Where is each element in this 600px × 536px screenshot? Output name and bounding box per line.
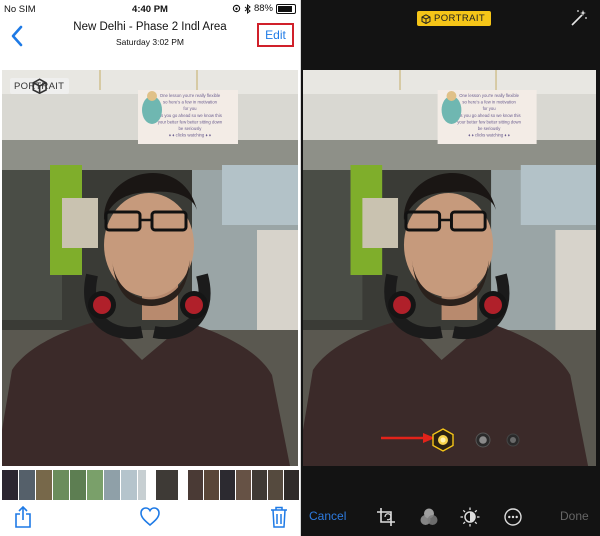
cube-icon <box>421 13 431 24</box>
location-title: New Delhi - Phase 2 Indl Area <box>73 21 227 33</box>
red-arrow-annotation <box>381 433 435 443</box>
portrait-mode-label: PORTRAIT <box>434 13 486 24</box>
filmstrip-thumb[interactable] <box>121 470 137 500</box>
cube-icon <box>32 78 47 94</box>
adjust-light-icon[interactable] <box>460 507 480 527</box>
filmstrip-thumb[interactable] <box>36 470 52 500</box>
more-options-icon[interactable] <box>503 507 523 527</box>
orientation-lock-icon <box>232 4 241 13</box>
cancel-button[interactable]: Cancel <box>309 509 346 523</box>
filters-icon[interactable] <box>419 507 439 527</box>
poster-text-line: for you <box>483 106 497 111</box>
lighting-options <box>432 428 520 452</box>
filmstrip-gap <box>147 470 155 500</box>
poster-text-line: for you <box>183 106 197 111</box>
filmstrip-thumb[interactable] <box>19 470 35 500</box>
heart-icon[interactable] <box>140 506 160 528</box>
status-bar: No SIM 4:40 PM 88% <box>0 0 300 18</box>
filmstrip-thumb[interactable] <box>252 470 267 500</box>
filmstrip-thumb[interactable] <box>268 470 283 500</box>
filmstrip-gap <box>179 470 187 500</box>
poster-text-line: One lesson you're really flexible <box>160 93 221 98</box>
poster-text-line: As you go ahead so we know this <box>158 113 222 118</box>
natural-light-icon <box>432 428 454 452</box>
back-chevron-icon[interactable] <box>6 23 28 49</box>
portrait-mode-toggle[interactable]: PORTRAIT <box>417 11 492 26</box>
crop-rotate-icon[interactable] <box>376 507 396 527</box>
filmstrip-thumb[interactable] <box>188 470 203 500</box>
poster-text-line: so here's a few in motivation <box>462 100 516 105</box>
poster-text-line: As you go ahead so we know this <box>458 113 521 118</box>
filmstrip-thumb[interactable] <box>70 470 86 500</box>
photo-view-pane: No SIM 4:40 PM 88% New Delhi - Phase 2 I… <box>0 0 300 536</box>
poster-text-line: be seriously <box>179 126 203 131</box>
status-indicators: 88% <box>232 3 296 14</box>
filmstrip[interactable] <box>2 470 299 500</box>
filmstrip-thumb[interactable] <box>53 470 69 500</box>
filmstrip-thumb[interactable] <box>104 470 120 500</box>
poster-text-line: your better few better sitting down <box>457 119 521 124</box>
poster-text-line: One lesson you're really flexible <box>459 93 519 98</box>
share-icon[interactable] <box>14 506 32 528</box>
poster-text-line: your better few better sitting down <box>158 119 223 124</box>
filmstrip-thumb[interactable] <box>138 470 146 500</box>
studio-light-icon <box>475 432 491 448</box>
magic-wand-icon[interactable] <box>569 8 589 28</box>
edit-button[interactable]: Edit <box>257 23 294 47</box>
filmstrip-thumb-current[interactable] <box>156 470 178 500</box>
done-button[interactable]: Done <box>560 509 589 523</box>
filmstrip-thumb[interactable] <box>2 470 18 500</box>
portrait-lighting-selector[interactable] <box>431 428 531 452</box>
photo-image: One lesson you're really flexible so here… <box>2 70 298 466</box>
battery-percent: 88% <box>253 3 273 14</box>
poster-text-line: so here's a few in motivation <box>163 100 218 105</box>
poster-text-line: ♦ ♦ clicks watching ♦ ♦ <box>468 133 510 138</box>
portrait-photo-editing: One lesson you're really flexible so here… <box>303 70 596 466</box>
portrait-badge: PORTRAIT <box>10 78 70 94</box>
filmstrip-thumb[interactable] <box>284 470 299 500</box>
nav-bar: New Delhi - Phase 2 Indl Area Saturday 3… <box>0 18 300 64</box>
trash-icon[interactable] <box>270 506 288 528</box>
photo-image: One lesson you're really flexible so here… <box>303 70 596 466</box>
poster-text-line: be seriously <box>478 126 502 131</box>
filmstrip-thumb[interactable] <box>236 470 251 500</box>
filmstrip-thumb[interactable] <box>204 470 219 500</box>
battery-icon <box>276 3 296 14</box>
edit-view-pane: PORTRAIT One lesson you're really flexib… <box>301 0 600 536</box>
contour-light-icon <box>506 433 520 447</box>
filmstrip-thumb[interactable] <box>87 470 103 500</box>
poster-text-line: ♦ ♦ clicks watching ♦ ♦ <box>169 133 212 138</box>
bluetooth-icon <box>244 3 251 14</box>
date-subtitle: Saturday 3:02 PM <box>115 37 185 47</box>
portrait-photo: One lesson you're really flexible so here… <box>2 70 298 466</box>
filmstrip-thumb[interactable] <box>220 470 235 500</box>
